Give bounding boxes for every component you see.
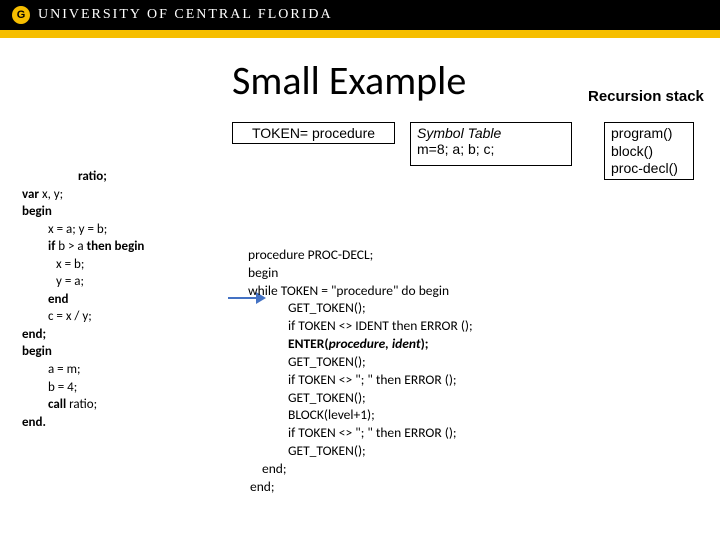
code-line: GET_TOKEN(); [248,389,473,407]
code-line: x = a; y = b; [22,221,144,239]
code-line: if TOKEN <> "; " then ERROR (); [248,424,473,442]
code-line: if TOKEN <> IDENT then ERROR (); [248,317,473,335]
code-line: a = m; [22,361,144,379]
recursion-stack-box: program() block() proc-decl() [604,122,694,180]
symbol-table-row: m=8; a; b; c; [417,141,565,157]
code-line: begin [248,264,473,282]
gold-divider [0,30,720,38]
slide-title: Small Example [232,56,466,105]
code-line: ENTER(procedure, ident); [248,335,473,353]
header-bar: G UNIVERSITY OF CENTRAL FLORIDA [0,0,720,30]
symbol-table-heading: Symbol Table [417,125,565,141]
stack-item: proc-decl() [611,160,687,178]
code-line: GET_TOKEN(); [248,299,473,317]
proc-decl-pseudocode: procedure PROC-DECL; begin while TOKEN =… [248,246,473,495]
university-name: UNIVERSITY OF CENTRAL FLORIDA [38,7,333,23]
code-line: var x, y; [22,186,144,204]
stack-item: block() [611,143,687,161]
code-line: ratio; [22,168,144,186]
code-line: GET_TOKEN(); [248,353,473,371]
code-line: y = a; [22,273,144,291]
code-line: end; [22,326,144,344]
stack-item: program() [611,125,687,143]
code-line: end. [22,414,144,432]
ucf-logo-icon: G [12,6,30,24]
symbol-table-box: Symbol Table m=8; a; b; c; [410,122,572,166]
code-line: end; [248,460,473,478]
code-line: c = x / y; [22,308,144,326]
code-line: begin [22,343,144,361]
code-line: procedure PROC-DECL; [248,246,473,264]
code-line: BLOCK(level+1); [248,406,473,424]
code-line: call ratio; [22,396,144,414]
code-line: end; [248,478,473,496]
code-line: if TOKEN <> "; " then ERROR (); [248,371,473,389]
code-line: GET_TOKEN(); [248,442,473,460]
code-line: if b > a then begin [22,238,144,256]
recursion-stack-label: Recursion stack [588,88,704,105]
code-line: begin [22,203,144,221]
code-line: while TOKEN = "procedure" do begin [248,282,473,300]
code-line: x = b; [22,256,144,274]
code-line: b = 4; [22,379,144,397]
code-line: end [22,291,144,309]
token-box: TOKEN= procedure [232,122,395,144]
slide-content: Small Example TOKEN= procedure Symbol Ta… [0,38,720,540]
source-code-left: ratio; var x, y; begin x = a; y = b; if … [22,168,144,431]
